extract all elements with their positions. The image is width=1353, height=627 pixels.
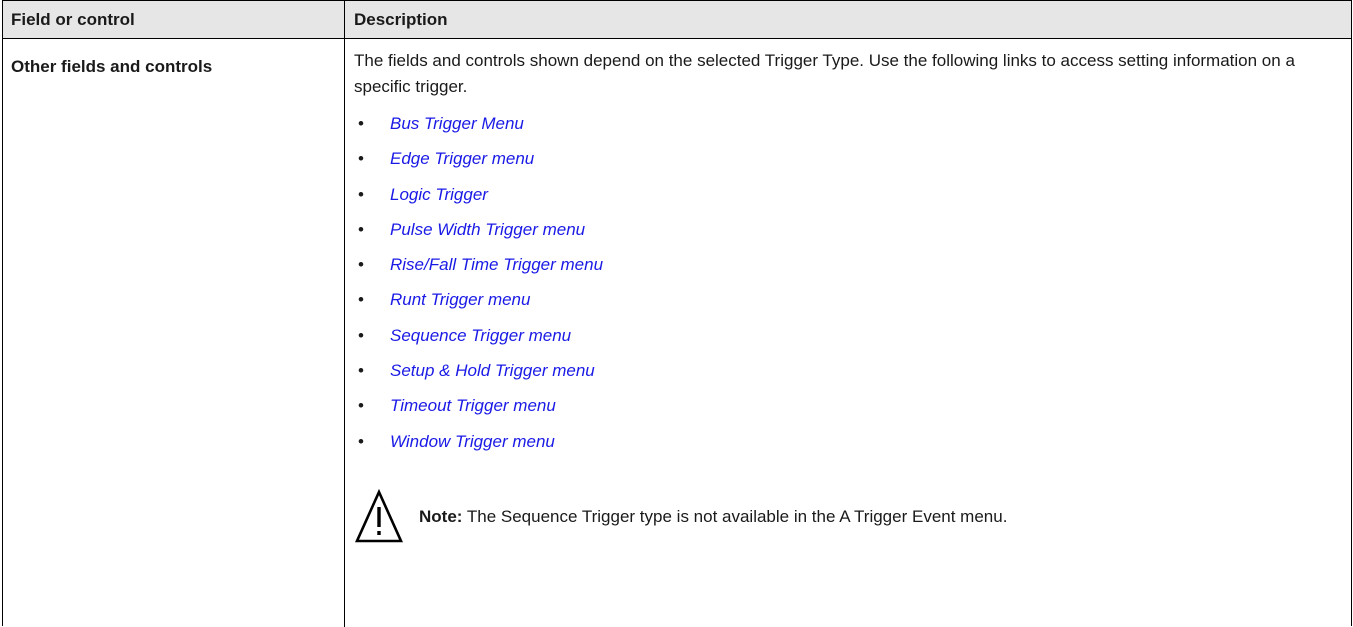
bullet-icon: •	[358, 184, 364, 204]
link-rise-fall-time-trigger-menu[interactable]: Rise/Fall Time Trigger menu	[390, 252, 603, 278]
description-text: The fields and controls shown depend on …	[354, 51, 1295, 96]
header-field-or-control: Field or control	[11, 10, 135, 29]
warning-triangle-icon	[354, 489, 404, 543]
note-callout: Note: The Sequence Trigger type is not a…	[354, 489, 1334, 549]
note-body: The Sequence Trigger type is not availab…	[462, 507, 1008, 526]
bullet-icon: •	[358, 149, 364, 169]
link-setup-hold-trigger-menu[interactable]: Setup & Hold Trigger menu	[390, 358, 595, 384]
table-header-row: Field or control Description	[3, 1, 1351, 39]
bullet-icon: •	[358, 255, 364, 275]
bullet-icon: •	[358, 114, 364, 133]
field-name-cell: Other fields and controls	[11, 57, 213, 76]
link-sequence-trigger-menu[interactable]: Sequence Trigger menu	[390, 323, 571, 349]
link-pulse-width-trigger-menu[interactable]: Pulse Width Trigger menu	[390, 217, 585, 243]
link-edge-trigger-menu[interactable]: Edge Trigger menu	[390, 146, 534, 172]
bullet-icon: •	[358, 219, 364, 239]
bullet-icon: •	[358, 396, 364, 416]
bullet-icon: •	[358, 290, 364, 310]
bullet-icon: •	[358, 325, 364, 345]
bullet-icon: •	[358, 361, 364, 381]
note-text: Note: The Sequence Trigger type is not a…	[419, 507, 1007, 527]
link-timeout-trigger-menu[interactable]: Timeout Trigger menu	[390, 393, 556, 419]
settings-table: Field or control Description Other field…	[2, 0, 1352, 627]
column-divider	[344, 1, 345, 627]
link-bus-trigger-menu[interactable]: Bus Trigger Menu	[390, 111, 524, 137]
link-window-trigger-menu[interactable]: Window Trigger menu	[390, 429, 555, 455]
note-label: Note:	[419, 507, 463, 526]
bullet-icon: •	[358, 431, 364, 451]
header-description: Description	[354, 10, 448, 29]
link-runt-trigger-menu[interactable]: Runt Trigger menu	[390, 287, 530, 313]
link-logic-trigger[interactable]: Logic Trigger	[390, 182, 488, 208]
